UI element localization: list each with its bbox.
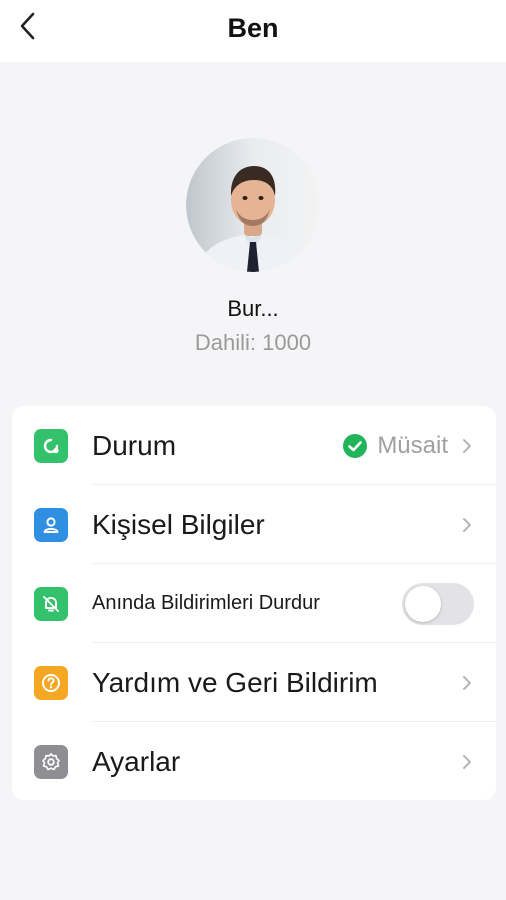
chevron-left-icon — [20, 12, 35, 40]
help-icon — [34, 665, 68, 700]
menu-item-label: Yardım ve Geri Bildirim — [92, 666, 378, 698]
bell-off-icon — [34, 586, 68, 621]
menu-item-label: Anında Bildirimleri Durdur — [92, 592, 320, 614]
status-refresh-icon — [34, 428, 68, 463]
chevron-right-icon — [460, 515, 474, 535]
person-icon — [34, 507, 68, 542]
toggle-knob — [405, 585, 441, 622]
top-bar: Ben — [0, 0, 506, 62]
menu-item-label: Ayarlar — [92, 745, 181, 777]
menu-item-help-feedback[interactable]: Yardım ve Geri Bildirim — [12, 643, 496, 722]
chevron-right-icon — [460, 436, 474, 456]
gear-icon — [34, 744, 68, 779]
check-circle-icon — [343, 433, 368, 458]
avatar-photo — [186, 138, 320, 272]
back-button[interactable] — [8, 6, 48, 46]
menu-item-pause-notifications: Anında Bildirimleri Durdur — [12, 564, 496, 643]
page-title: Ben — [227, 12, 279, 43]
profile-section: Bur... Dahili: 1000 — [0, 62, 506, 402]
profile-name: Bur... — [227, 296, 279, 321]
chevron-right-icon — [460, 673, 474, 693]
status-indicator: Müsait — [343, 432, 448, 460]
settings-menu: Durum Müsait Kişisel Bilgiler Anında Bil… — [12, 406, 496, 800]
menu-item-status[interactable]: Durum Müsait — [12, 406, 496, 485]
chevron-right-icon — [460, 752, 474, 772]
menu-item-settings[interactable]: Ayarlar — [12, 722, 496, 801]
menu-item-personal-info[interactable]: Kişisel Bilgiler — [12, 485, 496, 564]
status-value: Müsait — [377, 431, 448, 459]
pause-notifications-toggle[interactable] — [402, 582, 474, 625]
menu-item-label: Durum — [92, 429, 177, 461]
extension-number: Dahili: 1000 — [194, 330, 312, 355]
menu-item-label: Kişisel Bilgiler — [92, 508, 265, 540]
avatar[interactable] — [186, 138, 320, 272]
